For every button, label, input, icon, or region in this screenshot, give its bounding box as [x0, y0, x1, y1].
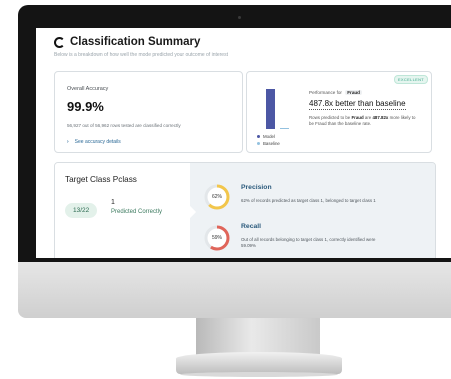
accuracy-note: 56,927 out of 56,962 rows tested are cla…: [67, 123, 181, 128]
target-class-title: Target Class Pclass: [65, 175, 137, 184]
monitor-stand-base: [176, 352, 342, 374]
stand-shadow: [180, 372, 338, 377]
model-bar: [266, 89, 275, 129]
precision-value: 62%: [211, 194, 222, 200]
legend-dot-baseline: [257, 142, 260, 146]
monitor-stand-neck: [196, 318, 320, 356]
legend-label-model: Model: [263, 134, 275, 139]
baseline-bar: [280, 128, 289, 129]
accuracy-label: Overall Accuracy: [67, 86, 109, 92]
performance-headline: 487.8x better than baseline: [309, 99, 406, 110]
precision-title: Precision: [241, 184, 272, 191]
predicted-correctly-label: Predicted Correctly: [111, 209, 163, 215]
legend-dot-model: [257, 135, 260, 139]
performance-card: EXCELLENT Model Baseline Performance for…: [246, 71, 432, 153]
loading-ring-icon: [54, 36, 65, 48]
page-subtitle: Below is a breakdown of how well the mod…: [54, 52, 228, 58]
monitor-chin: [18, 262, 451, 318]
accuracy-details-label: See accuracy details: [74, 139, 121, 145]
desc-class: Fraud: [351, 115, 364, 120]
performance-for-label: Performance for Fraud: [309, 90, 362, 95]
legend-label-baseline: Baseline: [263, 140, 280, 146]
accuracy-card: Overall Accuracy 99.9% 56,927 out of 56,…: [54, 71, 243, 153]
desc-prefix: Rows predicted to be: [309, 115, 352, 120]
legend-item-model: Model: [257, 134, 280, 141]
correct-ratio-chip: 13/22: [65, 203, 98, 218]
target-class-card: 62% Precision 62% of records predicted a…: [54, 162, 436, 258]
chevron-right-icon: ›: [67, 139, 69, 145]
recall-title: Recall: [241, 223, 262, 230]
baseline-bar-chart: [262, 87, 294, 129]
accuracy-value: 99.9%: [67, 99, 104, 114]
precision-description: 62% of records predicted as target class…: [241, 198, 376, 203]
predicted-count: 1: [111, 199, 115, 206]
class-tag: Fraud: [345, 90, 362, 95]
performance-description: Rows predicted to be Fraud are 487.82x m…: [309, 115, 419, 127]
page-header: Classification Summary Below is a breakd…: [54, 36, 228, 58]
legend-item-baseline: Baseline: [257, 141, 280, 148]
performance-for-text: Performance for: [309, 90, 342, 95]
recall-value: 59%: [211, 235, 222, 241]
screen: Classification Summary Below is a breakd…: [36, 28, 451, 258]
page-title: Classification Summary: [70, 36, 201, 48]
target-summary-panel: Target Class Pclass 13/22 1 Predicted Co…: [55, 163, 190, 258]
accuracy-details-link[interactable]: › See accuracy details: [67, 139, 121, 145]
camera-icon: [238, 16, 241, 19]
status-badge: EXCELLENT: [393, 75, 428, 84]
desc-multiplier: 487.82x: [372, 115, 389, 120]
recall-description: Out of all records belonging to target c…: [241, 237, 376, 248]
title-row: Classification Summary: [54, 36, 228, 48]
metrics-panel: 62% Precision 62% of records predicted a…: [190, 163, 435, 258]
chart-legend: Model Baseline: [257, 134, 280, 148]
